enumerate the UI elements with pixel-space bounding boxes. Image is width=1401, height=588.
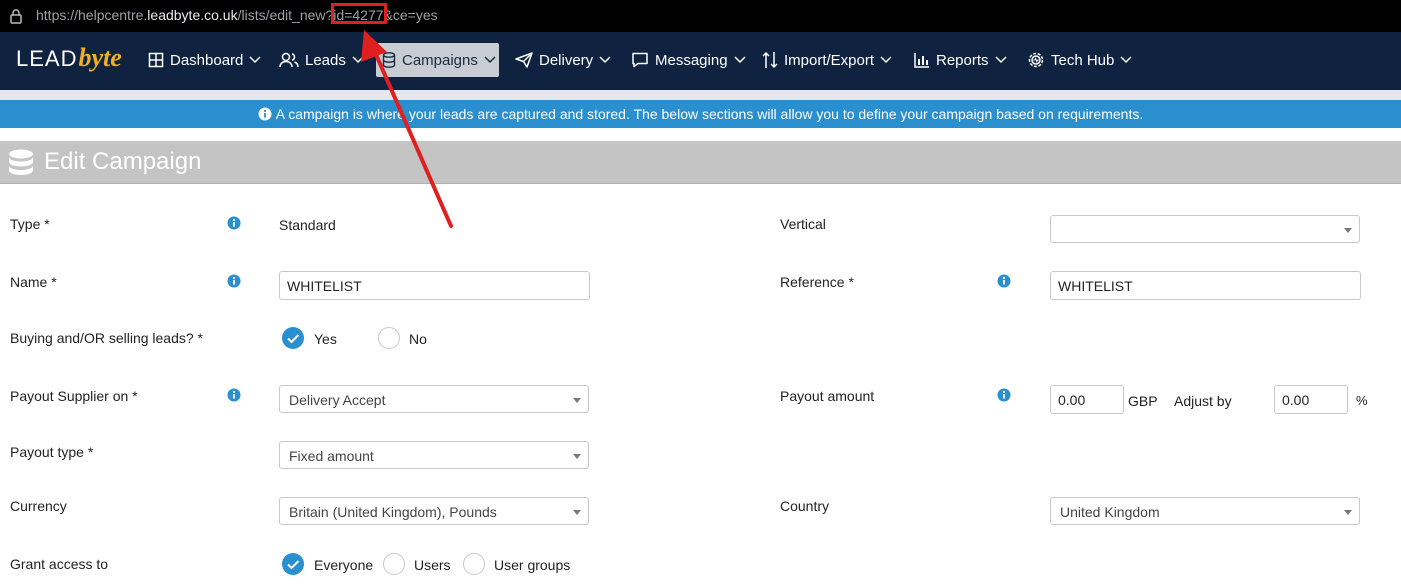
info-icon[interactable] — [227, 388, 241, 402]
nav-import-export[interactable]: Import/Export — [756, 43, 898, 77]
payout-supplier-label: Payout Supplier on * — [10, 388, 138, 404]
database-icon — [382, 52, 396, 68]
adjust-by-input[interactable] — [1274, 385, 1348, 414]
buying-no-radio[interactable] — [378, 327, 400, 349]
caret-down-icon — [573, 398, 581, 403]
payout-currency-code: GBP — [1128, 393, 1158, 409]
check-icon — [287, 560, 300, 570]
payout-type-label: Payout type * — [10, 444, 94, 460]
page-title: Edit Campaign — [44, 148, 202, 175]
info-icon — [258, 107, 272, 121]
adjust-by-label: Adjust by — [1174, 393, 1232, 409]
caret-down-icon — [1344, 228, 1352, 233]
type-label: Type * — [10, 216, 50, 232]
bar-chart-icon — [914, 53, 929, 68]
grant-users-radio[interactable] — [383, 553, 405, 575]
browser-url-bar[interactable]: https://helpcentre.leadbyte.co.uk/lists/… — [0, 0, 1401, 32]
info-icon[interactable] — [997, 274, 1011, 288]
info-banner-text: A campaign is where your leads are captu… — [275, 106, 1144, 122]
name-input[interactable] — [279, 271, 590, 300]
name-label: Name * — [10, 274, 57, 290]
nav-campaigns[interactable]: Campaigns — [376, 43, 499, 77]
nav-delivery[interactable]: Delivery — [509, 43, 617, 77]
reference-input[interactable] — [1050, 271, 1361, 300]
buying-no-label: No — [409, 331, 427, 347]
payout-type-select[interactable]: Fixed amount — [279, 441, 589, 469]
grant-everyone-radio[interactable] — [282, 553, 304, 575]
vertical-select[interactable] — [1050, 215, 1360, 243]
grant-users-label: Users — [414, 557, 451, 573]
grant-everyone-label: Everyone — [314, 557, 374, 573]
check-icon — [287, 334, 300, 344]
nav-reports[interactable]: Reports — [908, 43, 1013, 77]
cog-icon — [1028, 52, 1044, 68]
chat-icon — [632, 52, 648, 68]
nav-tech-hub[interactable]: Tech Hub — [1021, 43, 1138, 77]
users-icon — [279, 52, 299, 68]
currency-select[interactable]: Britain (United Kingdom), Pounds — [279, 497, 589, 525]
info-icon[interactable] — [997, 388, 1011, 402]
info-icon[interactable] — [227, 274, 241, 288]
nav-messaging[interactable]: Messaging — [625, 43, 752, 77]
leadbyte-logo[interactable]: LEAD byte — [16, 43, 122, 73]
buying-selling-label: Buying and/OR selling leads? * — [10, 330, 204, 346]
caret-down-icon — [573, 454, 581, 459]
payout-amount-input[interactable] — [1050, 385, 1124, 414]
country-select[interactable]: United Kingdom — [1050, 497, 1360, 525]
vertical-label: Vertical — [780, 216, 826, 232]
chevron-down-icon — [1120, 56, 1132, 64]
adjust-unit: % — [1356, 393, 1368, 408]
import-export-icon — [762, 51, 778, 69]
annotation-highlight-box — [331, 3, 387, 24]
nav-dashboard[interactable]: Dashboard — [142, 43, 267, 77]
info-icon[interactable] — [227, 216, 241, 230]
grant-user-groups-radio[interactable] — [463, 553, 485, 575]
grid-icon — [148, 52, 164, 68]
country-label: Country — [780, 498, 830, 514]
grant-access-label: Grant access to — [10, 556, 109, 572]
caret-down-icon — [573, 510, 581, 515]
chevron-down-icon — [734, 56, 746, 64]
type-value: Standard — [279, 217, 336, 233]
currency-label: Currency — [10, 498, 67, 514]
navbar-divider — [0, 90, 1401, 100]
lock-icon — [10, 9, 22, 24]
paper-plane-icon — [515, 52, 533, 68]
grant-user-groups-label: User groups — [494, 557, 571, 573]
chevron-down-icon — [352, 56, 364, 64]
reference-label: Reference * — [780, 274, 854, 290]
buying-yes-radio[interactable] — [282, 327, 304, 349]
chevron-down-icon — [880, 56, 892, 64]
page-title-bar: Edit Campaign — [0, 141, 1401, 184]
buying-yes-label: Yes — [314, 331, 337, 347]
chevron-down-icon — [249, 56, 261, 64]
chevron-down-icon — [599, 56, 611, 64]
chevron-down-icon — [995, 56, 1007, 64]
caret-down-icon — [1344, 510, 1352, 515]
database-icon — [9, 149, 33, 175]
info-banner: A campaign is where your leads are captu… — [0, 100, 1401, 128]
payout-supplier-select[interactable]: Delivery Accept — [279, 385, 589, 413]
nav-leads[interactable]: Leads — [273, 43, 370, 77]
payout-amount-label: Payout amount — [780, 388, 875, 404]
chevron-down-icon — [484, 56, 496, 64]
